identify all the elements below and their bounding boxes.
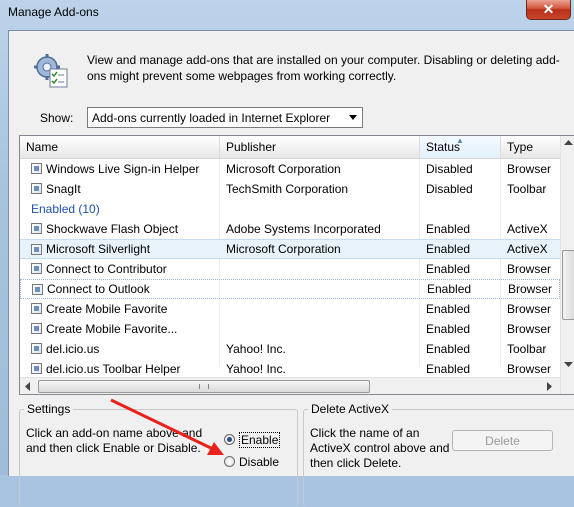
addon-type: Toolbar: [507, 182, 547, 196]
addon-name: Microsoft Silverlight: [46, 242, 151, 256]
scroll-down-icon[interactable]: [564, 362, 573, 368]
delete-button[interactable]: Delete: [452, 430, 553, 451]
addon-name: Create Mobile Favorite: [46, 302, 168, 316]
enable-radio-label: Enable: [239, 432, 281, 448]
addon-icon: [32, 284, 43, 295]
addon-publisher: Microsoft Corporation: [226, 242, 341, 256]
radio-selected-icon: [224, 434, 235, 445]
horizontal-scrollbar[interactable]: [20, 377, 560, 394]
addon-status: Enabled: [426, 342, 471, 356]
addon-icon: [31, 363, 42, 374]
addon-name: Create Mobile Favorite...: [46, 322, 178, 336]
table-row[interactable]: Shockwave Flash Object Adobe Systems Inc…: [20, 219, 560, 239]
addon-type: ActiveX: [507, 222, 548, 236]
scroll-up-icon[interactable]: [564, 140, 573, 146]
group-label-enabled: Enabled (10): [31, 202, 100, 216]
settings-instructions: Click an add-on name above and and then …: [26, 426, 203, 455]
addon-status: Enabled: [426, 362, 471, 376]
addon-publisher: TechSmith Corporation: [226, 182, 349, 196]
addon-icon: [31, 343, 42, 354]
addon-publisher: Microsoft Corporation: [226, 162, 341, 176]
addon-type: Browser: [507, 262, 552, 276]
table-row-selected[interactable]: Microsoft Silverlight Microsoft Corporat…: [20, 239, 560, 259]
manage-addons-window: Manage Add-ons ✕ View and manage add-ons…: [0, 0, 574, 507]
addon-icon: [31, 183, 42, 194]
enable-radio[interactable]: Enable: [224, 432, 284, 449]
addon-name: Windows Live Sign-in Helper: [46, 162, 200, 176]
radio-icon: [224, 456, 235, 467]
table-row[interactable]: del.icio.us Yahoo! Inc. Enabled Toolbar: [20, 339, 560, 359]
settings-legend: Settings: [24, 402, 74, 416]
addon-status: Enabled: [426, 322, 471, 336]
table-row[interactable]: Create Mobile Favorite Enabled Browser: [20, 299, 560, 319]
addon-type: Toolbar: [507, 342, 547, 356]
addon-icon: [31, 263, 42, 274]
horizontal-scroll-thumb[interactable]: [38, 380, 370, 393]
show-dropdown-value: Add-ons currently loaded in Internet Exp…: [92, 111, 331, 125]
addon-name: del.icio.us: [46, 342, 100, 356]
addon-status: Disabled: [426, 182, 473, 196]
addon-status: Enabled: [426, 302, 471, 316]
addon-icon: [31, 323, 42, 334]
addons-list[interactable]: Name Publisher Status Type ▲ Windows Liv…: [19, 135, 574, 395]
addon-icon: [31, 244, 42, 255]
addon-publisher: Yahoo! Inc.: [226, 342, 286, 356]
show-dropdown[interactable]: Add-ons currently loaded in Internet Exp…: [87, 107, 363, 128]
table-row[interactable]: del.icio.us Toolbar Helper Yahoo! Inc. E…: [20, 359, 560, 379]
list-rows: Windows Live Sign-in Helper Microsoft Co…: [20, 159, 560, 379]
addon-name: Connect to Contributor: [46, 262, 167, 276]
addon-type: Browser: [507, 362, 552, 376]
dropdown-arrow-icon: [349, 115, 357, 120]
addon-icon: [31, 163, 42, 174]
addon-type: ActiveX: [507, 242, 548, 256]
table-row-focused[interactable]: Connect to Outlook Enabled Browser: [20, 279, 560, 299]
show-label: Show:: [40, 111, 74, 125]
delete-activex-legend: Delete ActiveX: [308, 402, 393, 416]
addon-status: Enabled: [426, 222, 471, 236]
addons-gear-icon: [34, 54, 68, 88]
disable-radio-label: Disable: [239, 455, 280, 469]
addon-status: Enabled: [426, 242, 471, 256]
column-header-name[interactable]: Name: [20, 136, 220, 158]
vertical-scrollbar[interactable]: [560, 136, 574, 394]
scroll-right-icon[interactable]: [547, 382, 553, 391]
addon-name: Connect to Outlook: [47, 282, 150, 296]
table-row[interactable]: SnagIt TechSmith Corporation Disabled To…: [20, 179, 560, 199]
table-row[interactable]: Connect to Contributor Enabled Browser: [20, 259, 560, 279]
addon-type: Browser: [507, 302, 552, 316]
addon-status: Disabled: [426, 162, 473, 176]
table-row[interactable]: Windows Live Sign-in Helper Microsoft Co…: [20, 159, 560, 179]
addon-status: Enabled: [426, 262, 471, 276]
title-bar[interactable]: Manage Add-ons ✕: [0, 0, 574, 24]
window-title: Manage Add-ons: [8, 5, 99, 19]
addon-icon: [31, 303, 42, 314]
addon-type: Browser: [507, 162, 552, 176]
column-header-type[interactable]: Type: [501, 136, 561, 158]
disable-radio[interactable]: Disable: [224, 455, 284, 471]
addon-type: Browser: [508, 282, 553, 296]
vertical-scroll-thumb[interactable]: [562, 250, 574, 320]
delete-activex-instructions: Click the name of an ActiveX control abo…: [310, 426, 450, 470]
addon-type: Browser: [507, 322, 552, 336]
addon-name: del.icio.us Toolbar Helper: [46, 362, 181, 376]
addon-status: Enabled: [427, 282, 472, 296]
settings-group: Settings Click an add-on name above and …: [19, 402, 298, 507]
addon-name: Shockwave Flash Object: [46, 222, 179, 236]
delete-activex-group: Delete ActiveX Click the name of an Acti…: [303, 402, 574, 507]
sort-ascending-icon: ▲: [456, 136, 464, 145]
addon-publisher: Yahoo! Inc.: [226, 362, 286, 376]
addon-icon: [31, 223, 42, 234]
close-button[interactable]: ✕: [526, 0, 571, 20]
addon-name: SnagIt: [46, 182, 81, 196]
scroll-left-icon[interactable]: [25, 382, 31, 391]
list-header: Name Publisher Status Type ▲: [20, 136, 574, 159]
addon-publisher: Adobe Systems Incorporated: [226, 222, 381, 236]
table-row[interactable]: Create Mobile Favorite... Enabled Browse…: [20, 319, 560, 339]
dialog-body: View and manage add-ons that are install…: [8, 30, 574, 507]
description-text: View and manage add-ons that are install…: [87, 53, 560, 83]
column-header-publisher[interactable]: Publisher: [220, 136, 420, 158]
